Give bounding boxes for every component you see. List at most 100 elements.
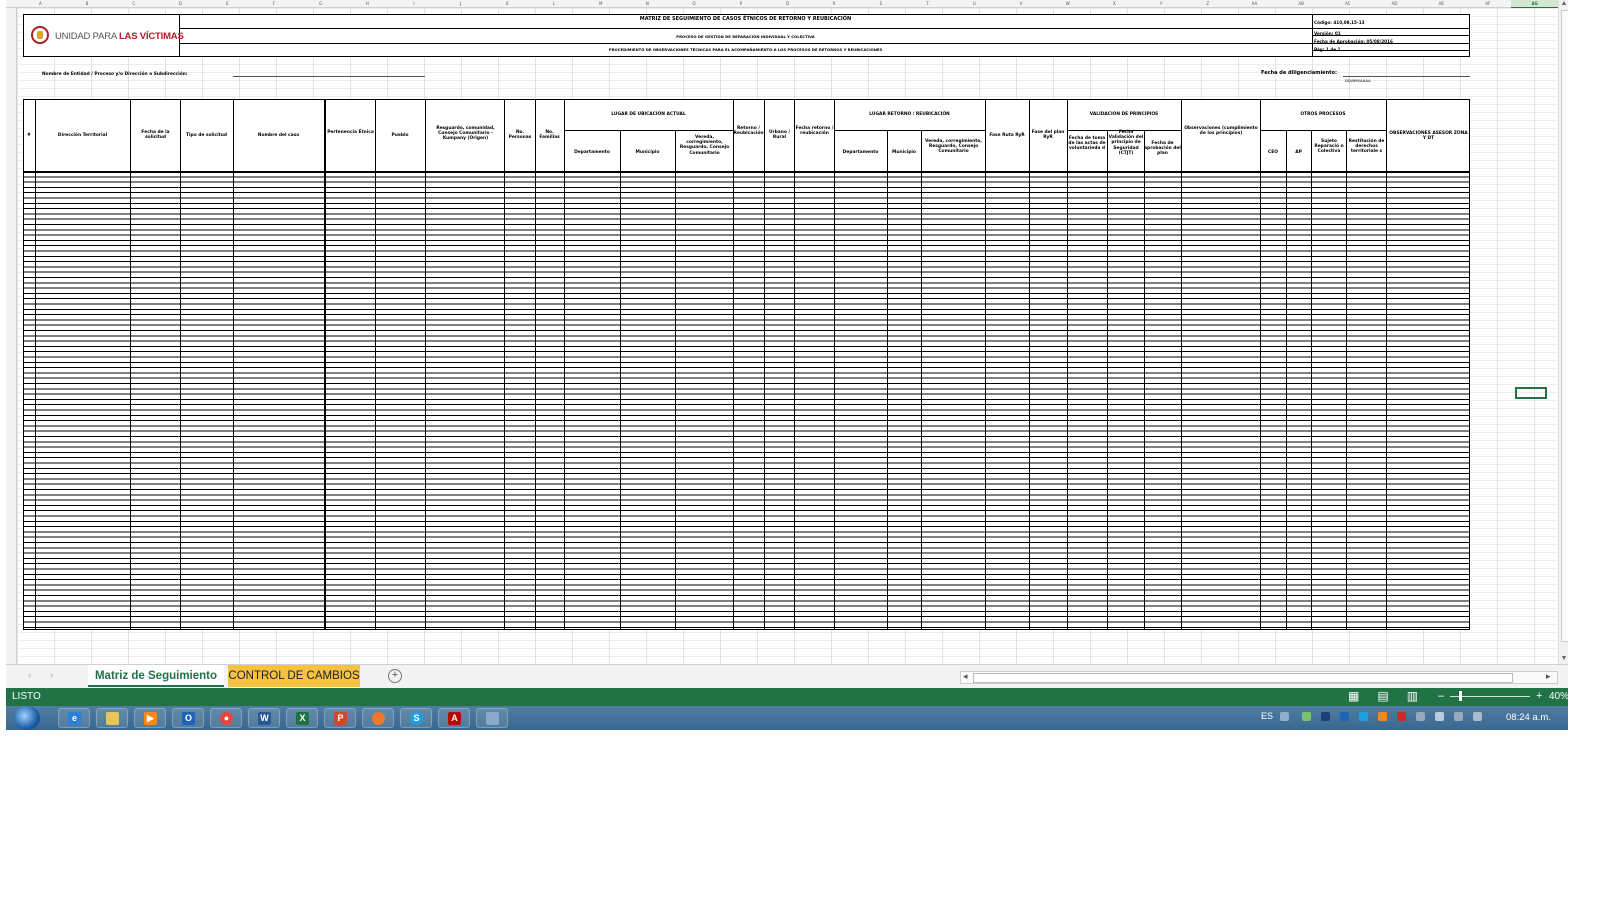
scroll-left-icon[interactable]: ◂ (963, 671, 968, 682)
taskbar-skype[interactable]: S (400, 708, 432, 728)
column-header-ac[interactable]: AC (1325, 0, 1372, 7)
scroll-right-icon[interactable]: ▸ (1546, 671, 1551, 682)
active-cell[interactable] (1515, 387, 1547, 399)
vertical-scrollbar[interactable]: ▲ ▼ (1558, 0, 1568, 664)
normal-view-icon[interactable]: ▦ (1348, 689, 1359, 703)
column-header-o[interactable]: O (671, 0, 718, 7)
column-header-af[interactable]: AF (1465, 0, 1512, 7)
add-sheet-icon[interactable]: + (388, 669, 402, 683)
taskbar-outlook[interactable]: O (172, 708, 204, 728)
column-header-z[interactable]: Z (1184, 0, 1231, 7)
taskbar-app[interactable] (362, 708, 394, 728)
display-icon[interactable] (1454, 712, 1463, 721)
update-tray-icon[interactable] (1378, 712, 1387, 721)
tool-icon (486, 712, 499, 725)
taskbar-acrobat[interactable]: A (438, 708, 470, 728)
column-header-x[interactable]: X (1091, 0, 1138, 7)
column-header-aa[interactable]: AA (1231, 0, 1278, 7)
speaker-icon[interactable] (1473, 712, 1482, 721)
logo-text: UNIDAD PARA (55, 31, 119, 42)
col-no-personas: No. Personas (508, 130, 532, 141)
column-header-i[interactable]: I (391, 0, 438, 7)
taskbar-powerpoint[interactable]: P (324, 708, 356, 728)
entity-input-line[interactable] (233, 76, 425, 77)
column-header-ab[interactable]: AB (1278, 0, 1325, 7)
column-header-b[interactable]: B (64, 0, 111, 7)
zoom-slider[interactable] (1450, 696, 1530, 697)
column-header-m[interactable]: M (577, 0, 624, 7)
start-button[interactable] (14, 706, 40, 730)
zoom-out-icon[interactable]: – (1438, 690, 1444, 702)
keyboard-icon[interactable] (1280, 712, 1289, 721)
column-header-d[interactable]: D (157, 0, 204, 7)
column-header-y[interactable]: Y (1138, 0, 1185, 7)
tab-matriz-seguimiento[interactable]: Matriz de Seguimiento (88, 665, 224, 687)
column-header-p[interactable]: P (717, 0, 764, 7)
antivirus-icon[interactable] (1397, 712, 1406, 721)
tab-scroll-right-icon[interactable]: › (50, 670, 53, 681)
chrome-icon: ● (220, 712, 233, 725)
taskbar-ie[interactable]: e (58, 708, 90, 728)
column-header-ad[interactable]: AD (1371, 0, 1418, 7)
flag-icon[interactable] (1435, 712, 1444, 721)
column-header-w[interactable]: W (1044, 0, 1091, 7)
taskbar-tool[interactable] (476, 708, 508, 728)
column-header-s[interactable]: S (858, 0, 905, 7)
taskbar-explorer[interactable] (96, 708, 128, 728)
column-header-v[interactable]: V (998, 0, 1045, 7)
col-resguardo: Resguardo, comunidad, Consejo Comunitari… (436, 126, 495, 142)
column-header-c[interactable]: C (110, 0, 157, 7)
volume-icon[interactable] (1416, 712, 1425, 721)
column-header-n[interactable]: N (624, 0, 671, 7)
system-clock[interactable]: 08:24 a.m. (1506, 712, 1551, 723)
column-header-e[interactable]: E (204, 0, 251, 7)
horizontal-scroll-thumb[interactable] (973, 673, 1513, 683)
network-app-icon[interactable] (1302, 712, 1311, 721)
page-break-icon[interactable]: ▥ (1407, 689, 1418, 703)
scroll-up-icon[interactable]: ▲ (1560, 0, 1568, 8)
system-tray-language[interactable]: ES (1261, 711, 1273, 721)
col-departamento-actual: Departamento (574, 150, 610, 155)
column-header-t[interactable]: T (904, 0, 951, 7)
column-header-r[interactable]: R (811, 0, 858, 7)
col-observaciones-principios: Observaciones (cumplimiento de los princ… (1184, 126, 1258, 137)
zoom-slider-knob[interactable] (1459, 691, 1462, 701)
column-header-g[interactable]: G (297, 0, 344, 7)
tab-scroll-left-icon[interactable]: ‹ (28, 670, 31, 681)
column-header-l[interactable]: L (531, 0, 578, 7)
procedure-name: PROCEDIMIENTO DE OBSERVACIONES TÉCNICAS … (608, 47, 883, 52)
column-header-k[interactable]: K (484, 0, 531, 7)
taskbar-excel[interactable]: X (286, 708, 318, 728)
tab-control-cambios[interactable]: CONTROL DE CAMBIOS (228, 665, 360, 687)
folder-icon (106, 712, 119, 725)
document-version: Versión: 01 (1314, 31, 1341, 36)
taskbar-media[interactable]: ▶ (134, 708, 166, 728)
scroll-down-icon[interactable]: ▼ (1560, 655, 1568, 663)
zoom-in-icon[interactable]: + (1536, 690, 1542, 702)
column-header-f[interactable]: F (250, 0, 297, 7)
horizontal-scrollbar[interactable]: ◂ ▸ (960, 671, 1558, 684)
column-header-h[interactable]: H (344, 0, 391, 7)
vertical-scroll-thumb[interactable] (1561, 10, 1568, 642)
zoom-level[interactable]: 40% (1549, 691, 1568, 702)
skype-icon: S (410, 712, 423, 725)
skype-tray-icon[interactable] (1359, 712, 1368, 721)
outlook-tray-icon[interactable] (1340, 712, 1349, 721)
date-input-line[interactable] (1343, 76, 1470, 77)
column-header-ae[interactable]: AE (1418, 0, 1465, 7)
column-header-ag[interactable]: AG (1511, 0, 1558, 8)
column-header-q[interactable]: Q (764, 0, 811, 7)
col-ap: AP (1295, 150, 1302, 155)
column-header-j[interactable]: J (437, 0, 484, 7)
column-header-bar: A B C D E F G H I J K L M N O P Q R S T U V W X Y Z AA AB AC AD AE AF AG (6, 0, 1558, 8)
taskbar-word[interactable]: W (248, 708, 280, 728)
taskbar-chrome[interactable]: ● (210, 708, 242, 728)
column-header-a[interactable]: A (17, 0, 64, 7)
table-body-rows[interactable] (24, 171, 1469, 629)
document-code: Código: 410,08,15-13 (1314, 20, 1365, 25)
tray-app-icon[interactable] (1321, 712, 1330, 721)
col-fecha-toma-actas: Fecha de toma de las actas de voluntarie… (1068, 136, 1106, 152)
page-layout-icon[interactable]: ▤ (1377, 689, 1388, 703)
column-header-u[interactable]: U (951, 0, 998, 7)
process-name: PROCESO DE GESTIÓN DE REPARACIÓN INDIVID… (676, 34, 815, 39)
